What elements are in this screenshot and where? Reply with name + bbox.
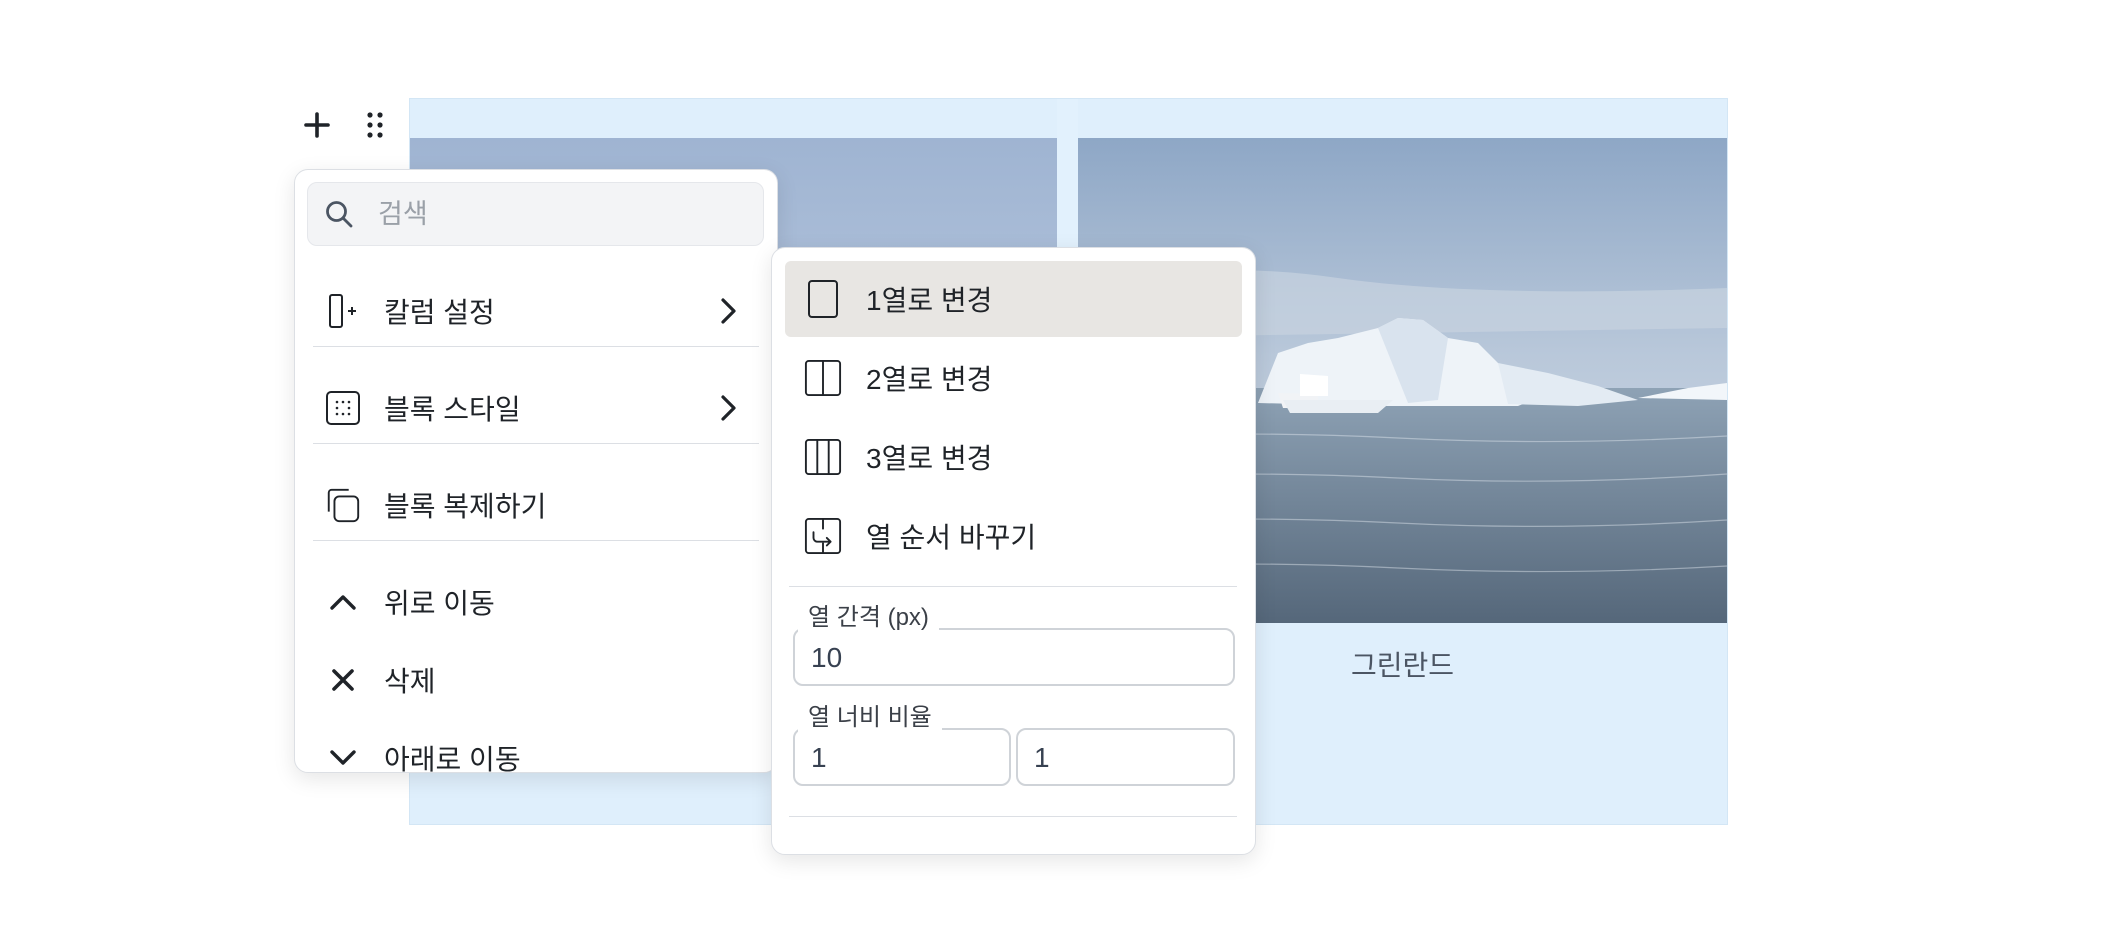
menu-divider [313, 540, 759, 541]
menu-item-two-columns[interactable]: 2열로 변경 [785, 340, 1242, 416]
plus-icon [304, 112, 330, 138]
chevron-right-icon [719, 297, 737, 325]
menu-item-duplicate[interactable]: 블록 복제하기 [313, 474, 759, 536]
menu-item-move-down[interactable]: 아래로 이동 [313, 727, 759, 773]
column-gap-field[interactable] [793, 628, 1235, 686]
column-add-icon [324, 292, 362, 330]
block-style-icon [324, 389, 362, 427]
menu-item-label: 위로 이동 [384, 588, 495, 619]
chevron-down-icon [324, 739, 362, 772]
menu-item-move-up[interactable]: 위로 이동 [313, 571, 759, 633]
menu-item-column-settings[interactable]: 칼럼 설정 [313, 280, 759, 342]
menu-item-label: 아래로 이동 [384, 744, 521, 773]
column-ratio-input-2[interactable] [1032, 730, 1208, 786]
chevron-right-icon [719, 394, 737, 422]
column-ratio-field-1[interactable] [793, 728, 1011, 786]
close-icon [324, 661, 362, 699]
drag-handle[interactable] [356, 104, 394, 146]
menu-item-label: 3열로 변경 [866, 443, 993, 474]
menu-item-swap-columns[interactable]: 열 순서 바꾸기 [785, 498, 1242, 574]
column-ratio-label: 열 너비 비율 [798, 704, 942, 732]
menu-item-one-column[interactable]: 1열로 변경 [785, 261, 1242, 337]
column-ratio-input-1[interactable] [809, 730, 985, 786]
three-column-icon [804, 436, 842, 478]
swap-columns-icon [804, 515, 842, 557]
one-column-icon [804, 278, 842, 320]
search-icon [324, 199, 354, 229]
column-ratio-field-2[interactable] [1016, 728, 1235, 786]
menu-item-block-style[interactable]: 블록 스타일 [313, 377, 759, 439]
duplicate-icon [324, 486, 362, 524]
menu-divider [313, 443, 759, 444]
drag-dots-icon [366, 111, 384, 139]
menu-item-label: 블록 복제하기 [384, 491, 547, 522]
menu-item-label: 1열로 변경 [866, 285, 993, 316]
column-settings-submenu: 1열로 변경 2열로 변경 3열로 변경 열 순서 바꾸기 열 간격 (px) … [771, 247, 1256, 855]
menu-item-label: 2열로 변경 [866, 364, 993, 395]
submenu-divider [789, 586, 1237, 587]
menu-item-label: 열 순서 바꾸기 [866, 522, 1037, 553]
menu-item-three-columns[interactable]: 3열로 변경 [785, 419, 1242, 495]
search-input[interactable] [376, 197, 740, 231]
menu-item-label: 블록 스타일 [384, 394, 521, 425]
menu-search[interactable] [307, 182, 764, 246]
add-block-button[interactable] [296, 104, 338, 146]
column-gap-input[interactable] [809, 630, 1164, 686]
menu-divider [313, 346, 759, 347]
chevron-up-icon [324, 583, 362, 621]
menu-item-label: 삭제 [384, 666, 436, 697]
block-options-menu: 칼럼 설정 블록 스타일 블록 복제하기 위로 이동 삭제 [294, 169, 778, 773]
submenu-divider [789, 816, 1237, 817]
two-column-icon [804, 357, 842, 399]
menu-item-delete[interactable]: 삭제 [313, 649, 759, 711]
menu-item-label: 칼럼 설정 [384, 297, 495, 328]
column-gap-label: 열 간격 (px) [798, 604, 939, 632]
